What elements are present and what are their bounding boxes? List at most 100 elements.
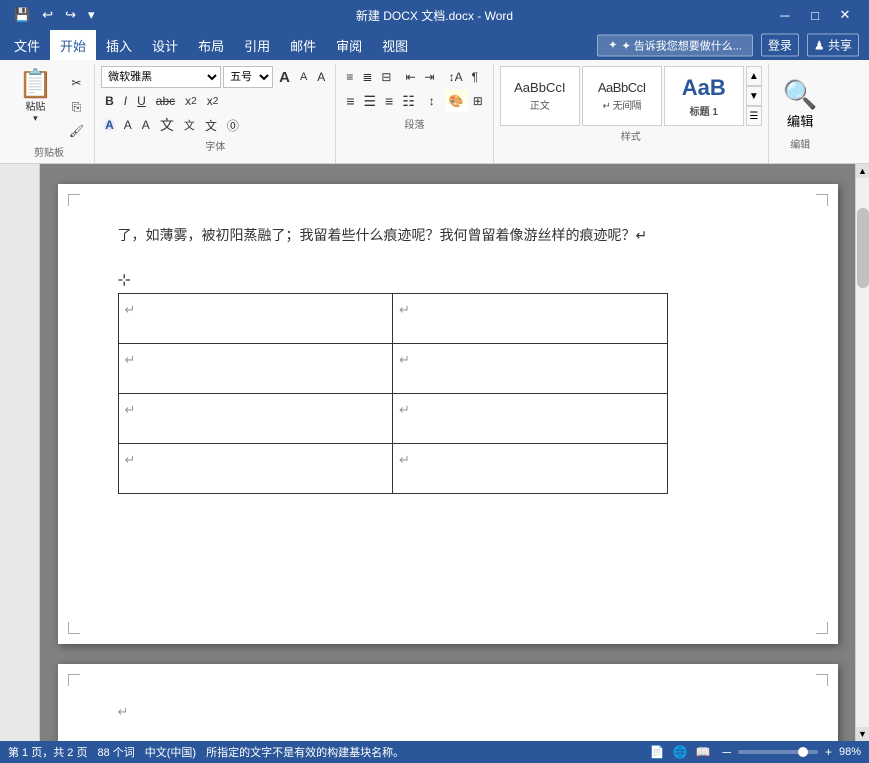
table-cell-0-1[interactable]: ↵ xyxy=(393,294,668,344)
help-icon: ✦ xyxy=(608,39,617,52)
decrease-indent-btn[interactable]: ⇤ xyxy=(401,66,419,88)
scroll-area[interactable]: 了，如薄雾，被初阳蒸融了；我留着些什么痕迹呢？我何曾留着像游丝样的痕迹呢？↵ ⊹… xyxy=(40,164,855,741)
menu-design[interactable]: 设计 xyxy=(142,30,188,60)
page-text-content: 了，如薄雾，被初阳蒸融了；我留着些什么痕迹呢？我何曾留着像游丝样的痕迹呢？↵ xyxy=(118,224,778,249)
align-center-btn[interactable]: ☰ xyxy=(359,90,380,112)
share-button[interactable]: ♟ 共享 xyxy=(807,34,859,57)
zoom-in-btn[interactable]: + xyxy=(822,744,835,760)
bullet-list-btn[interactable]: ≡ xyxy=(342,66,357,88)
quick-access-more-btn[interactable]: ▾ xyxy=(84,5,99,25)
styles-scroll-down-btn[interactable]: ▼ xyxy=(746,86,762,106)
table-cell-3-1[interactable]: ↵ xyxy=(393,444,668,494)
increase-indent-btn[interactable]: ⇥ xyxy=(421,66,439,88)
window-controls[interactable]: ─ □ ✕ xyxy=(771,4,859,26)
menu-file[interactable]: 文件 xyxy=(4,30,50,60)
page-corner-br xyxy=(816,622,828,634)
ribbon: 📋 粘贴 ▾ ✂ ⎘ 🖌 剪贴板 微软雅黑 五号 A A A xyxy=(0,60,869,164)
clear-format-btn[interactable]: A xyxy=(313,66,329,88)
quick-access-toolbar[interactable]: 💾 ↩ ↪ ▾ xyxy=(10,5,99,25)
menu-view[interactable]: 视图 xyxy=(372,30,418,60)
read-mode-btn[interactable]: 📖 xyxy=(692,744,713,760)
vertical-scrollbar[interactable]: ▲ ▼ xyxy=(855,164,869,741)
line-spacing-btn[interactable]: ↕ xyxy=(425,90,439,112)
menu-layout[interactable]: 布局 xyxy=(188,30,234,60)
bold-button[interactable]: B xyxy=(101,90,118,112)
cut-button[interactable]: ✂ xyxy=(65,72,88,94)
table-cell-1-1[interactable]: ↵ xyxy=(393,344,668,394)
style-heading1[interactable]: AaB 标题 1 xyxy=(664,66,744,126)
show-all-btn[interactable]: ¶ xyxy=(468,66,482,88)
paste-button[interactable]: 📋 粘贴 ▾ xyxy=(10,66,61,128)
underline-button[interactable]: U xyxy=(133,90,150,112)
style-heading1-label: 标题 1 xyxy=(690,103,718,118)
editing-button[interactable]: 🔍 编辑 xyxy=(775,74,826,134)
align-right-btn[interactable]: ≡ xyxy=(381,90,397,112)
editing-group: 🔍 编辑 编辑 xyxy=(769,64,832,163)
superscript-button[interactable]: x2 xyxy=(203,90,223,112)
print-layout-btn[interactable]: 📄 xyxy=(647,744,668,760)
sort-btn[interactable]: ↕A xyxy=(445,66,467,88)
font-color-btn[interactable]: A xyxy=(138,114,154,136)
zoom-slider[interactable] xyxy=(738,750,818,754)
scroll-down-btn[interactable]: ▼ xyxy=(856,727,869,741)
justify-btn[interactable]: ☷ xyxy=(398,90,419,112)
menu-review[interactable]: 审阅 xyxy=(326,30,372,60)
scroll-thumb[interactable] xyxy=(857,208,869,288)
style-no-spacing[interactable]: AaBbCcI ↵ 无间隔 xyxy=(582,66,662,126)
web-layout-btn[interactable]: 🌐 xyxy=(670,744,691,760)
search-icon: 🔍 xyxy=(783,78,818,111)
zoom-control[interactable]: ─ + 98% xyxy=(719,744,861,760)
styles-scroll-controls[interactable]: ▲ ▼ ☰ xyxy=(746,66,762,126)
table-cell-1-0[interactable]: ↵ xyxy=(118,344,393,394)
word-table[interactable]: ↵ ↵ ↵ ↵ ↵ ↵ ↵ ↵ xyxy=(118,293,668,494)
menu-references[interactable]: 引用 xyxy=(234,30,280,60)
decrease-font-btn[interactable]: A xyxy=(296,66,311,88)
table-cell-2-1[interactable]: ↵ xyxy=(393,394,668,444)
undo-btn[interactable]: ↩ xyxy=(38,5,57,25)
table-row: ↵ ↵ xyxy=(118,344,667,394)
language-info: 中文(中国) xyxy=(145,744,196,760)
maximize-btn[interactable]: □ xyxy=(801,4,829,26)
minimize-btn[interactable]: ─ xyxy=(771,4,799,26)
view-buttons[interactable]: 📄 🌐 📖 xyxy=(647,744,714,760)
close-btn[interactable]: ✕ xyxy=(831,4,859,26)
italic-button[interactable]: I xyxy=(120,90,131,112)
style-normal[interactable]: AaBbCcI 正文 xyxy=(500,66,580,126)
encircle-btn[interactable]: ⓪ xyxy=(223,114,243,136)
table-cell-2-0[interactable]: ↵ xyxy=(118,394,393,444)
highlight-color-btn[interactable]: A xyxy=(120,114,136,136)
table-cell-3-0[interactable]: ↵ xyxy=(118,444,393,494)
scroll-up-btn[interactable]: ▲ xyxy=(856,164,869,178)
subscript-button[interactable]: x2 xyxy=(181,90,201,112)
scroll-track[interactable] xyxy=(857,178,869,727)
borders-btn[interactable]: ⊞ xyxy=(469,90,487,112)
login-button[interactable]: 登录 xyxy=(761,34,799,57)
font-size-select[interactable]: 五号 xyxy=(223,66,273,88)
phonetic-btn[interactable]: 文 xyxy=(201,114,221,136)
redo-btn[interactable]: ↪ xyxy=(61,5,80,25)
font-name-select[interactable]: 微软雅黑 xyxy=(101,66,221,88)
font-change-small-btn[interactable]: 文 xyxy=(180,114,199,136)
numbered-list-btn[interactable]: ≣ xyxy=(358,66,376,88)
font-change-big-btn[interactable]: 文 xyxy=(156,114,178,136)
menu-mailings[interactable]: 邮件 xyxy=(280,30,326,60)
table-cell-0-0[interactable]: ↵ xyxy=(118,294,393,344)
document-area: 了，如薄雾，被初阳蒸融了；我留着些什么痕迹呢？我何曾留着像游丝样的痕迹呢？↵ ⊹… xyxy=(0,164,869,741)
align-left-btn[interactable]: ≡ xyxy=(342,90,358,112)
copy-button[interactable]: ⎘ xyxy=(65,96,88,118)
menu-home[interactable]: 开始 xyxy=(50,30,96,60)
strikethrough-button[interactable]: abc xyxy=(152,90,179,112)
increase-font-btn[interactable]: A xyxy=(275,66,294,88)
menu-insert[interactable]: 插入 xyxy=(96,30,142,60)
paste-dropdown-icon: ▾ xyxy=(33,113,38,124)
text-effect-btn[interactable]: A xyxy=(101,114,118,136)
save-quick-btn[interactable]: 💾 xyxy=(10,5,34,25)
styles-scroll-up-btn[interactable]: ▲ xyxy=(746,66,762,86)
multilevel-list-btn[interactable]: ⊟ xyxy=(377,66,395,88)
zoom-out-btn[interactable]: ─ xyxy=(719,744,734,760)
table-row: ↵ ↵ xyxy=(118,294,667,344)
styles-expand-btn[interactable]: ☰ xyxy=(746,106,762,126)
shading-btn[interactable]: 🎨 xyxy=(445,90,468,112)
format-painter-button[interactable]: 🖌 xyxy=(65,120,88,142)
help-search-box[interactable]: ✦ ✦ 告诉我您想要做什么... xyxy=(597,34,753,56)
